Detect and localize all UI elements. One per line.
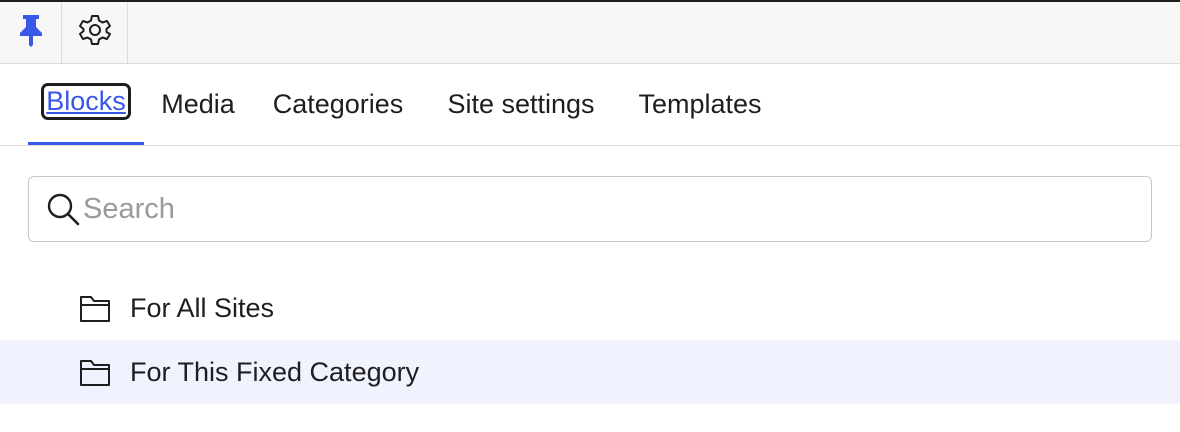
tree-item-for-all-sites[interactable]: For All Sites [0, 276, 1180, 340]
tab-templates-label: Templates [638, 89, 762, 119]
tab-media-label: Media [161, 89, 235, 119]
pin-icon [17, 13, 45, 52]
block-library-panel: Blocks Media Categories Site settings Te… [0, 0, 1180, 432]
tab-blocks[interactable]: Blocks [28, 64, 144, 145]
tree-item-label: For This Fixed Category [130, 356, 420, 387]
tab-bar: Blocks Media Categories Site settings Te… [0, 64, 1180, 146]
category-tree: For All Sites For This Fixed Category [0, 276, 1180, 404]
gear-icon [78, 13, 112, 52]
settings-button[interactable] [62, 2, 128, 63]
tab-templates[interactable]: Templates [624, 64, 776, 145]
folder-icon [79, 357, 111, 387]
tab-media[interactable]: Media [150, 64, 246, 145]
search-icon [29, 177, 81, 241]
tab-categories[interactable]: Categories [258, 64, 418, 145]
search-box [28, 176, 1152, 242]
tree-item-label: For All Sites [130, 292, 275, 323]
pin-button[interactable] [0, 2, 62, 63]
toolbar [0, 2, 1180, 64]
tab-categories-label: Categories [272, 89, 404, 119]
tab-site-settings[interactable]: Site settings [431, 64, 611, 145]
tree-item-for-this-fixed-category[interactable]: For This Fixed Category [0, 340, 1180, 404]
folder-icon [79, 293, 111, 323]
tab-blocks-label: Blocks [41, 83, 131, 120]
tab-site-settings-label: Site settings [447, 89, 595, 119]
search-input[interactable] [81, 179, 1133, 239]
